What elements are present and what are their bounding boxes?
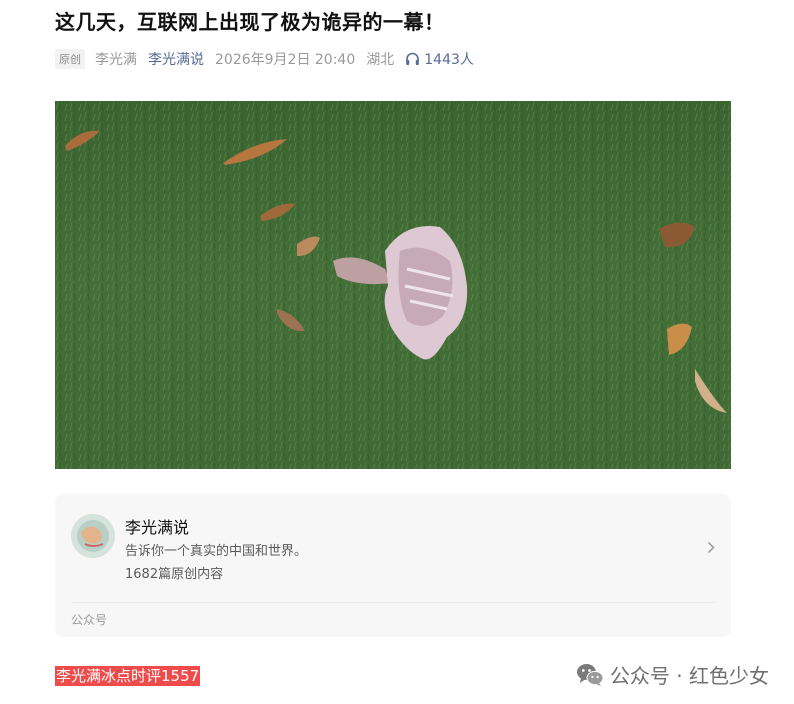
mushroom-on-grass-image	[55, 101, 731, 469]
listen-button[interactable]: 1443人	[405, 49, 474, 69]
card-account-type: 公众号	[71, 613, 108, 627]
chevron-right-icon[interactable]	[707, 541, 715, 554]
avatar[interactable]	[71, 514, 115, 558]
profile-card[interactable]: 李光满说 告诉你一个真实的中国和世界。 1682篇原创内容 公众号	[55, 494, 731, 637]
card-original-count: 1682篇原创内容	[125, 567, 224, 582]
original-badge: 原创	[55, 49, 85, 69]
watermark: 公众号 · 红色少女	[576, 660, 769, 689]
article-title: 这几天，互联网上出现了极为诡异的一幕！	[55, 10, 445, 34]
card-divider	[71, 602, 715, 603]
publish-location: 湖北	[366, 52, 395, 68]
article-meta: 原创 李光满 李光满说 2026年9月2日 20:40 湖北 1443人	[55, 48, 474, 70]
publish-datetime: 2026年9月2日 20:40	[215, 52, 356, 68]
watermark-text: 公众号 · 红色少女	[609, 664, 769, 688]
card-account-name: 李光满说	[125, 518, 190, 537]
highlighted-caption: 李光满冰点时评1557	[55, 666, 201, 686]
wechat-icon	[576, 663, 604, 686]
avatar-image	[71, 514, 115, 558]
account-link[interactable]: 李光满说	[148, 49, 204, 69]
author-name: 李光满	[95, 52, 137, 68]
card-description: 告诉你一个真实的中国和世界。	[125, 544, 308, 559]
listen-count: 1443人	[424, 52, 474, 68]
article-image[interactable]	[55, 101, 731, 469]
headphones-icon	[406, 52, 420, 65]
